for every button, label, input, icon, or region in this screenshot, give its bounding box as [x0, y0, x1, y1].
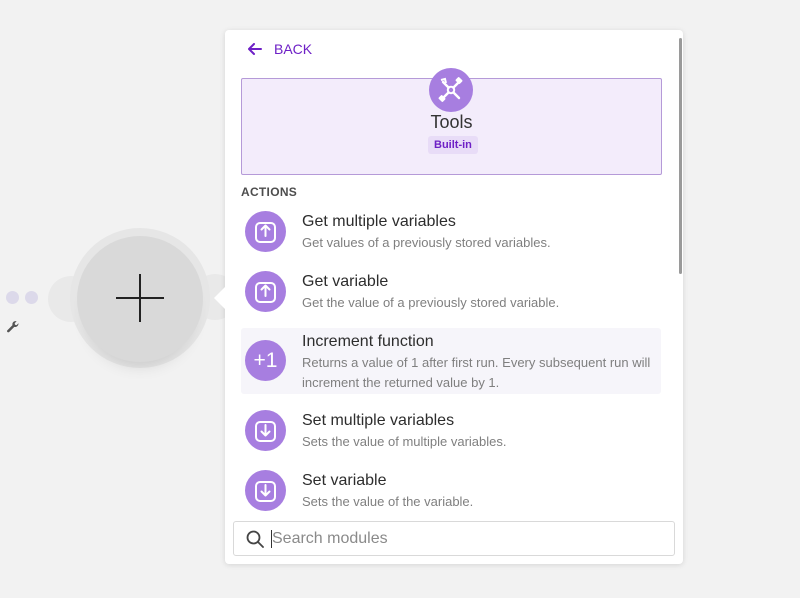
- built-in-badge: Built-in: [428, 136, 478, 154]
- scrollbar[interactable]: [679, 38, 682, 274]
- search-icon: [246, 530, 264, 548]
- app-title: Tools: [430, 112, 473, 132]
- arrow-left-icon: [248, 43, 262, 55]
- search-input[interactable]: [270, 527, 664, 551]
- add-module-node[interactable]: [77, 236, 203, 362]
- module-item-set-multiple-variables[interactable]: Set multiple variables Sets the value of…: [241, 407, 661, 462]
- increment-icon: +1: [245, 340, 286, 381]
- connection-dot[interactable]: [25, 291, 38, 304]
- back-label: BACK: [274, 41, 313, 57]
- connection-dot[interactable]: [6, 291, 19, 304]
- module-description: Get values of a previously stored variab…: [302, 235, 551, 250]
- module-title: Get multiple variables: [302, 213, 456, 230]
- module-title: Get variable: [302, 273, 389, 290]
- tools-icon: [429, 68, 473, 112]
- download-icon: [245, 470, 286, 511]
- module-title: Increment function: [302, 333, 434, 350]
- module-item-increment-function[interactable]: +1 Increment function Returns a value of…: [241, 328, 661, 394]
- module-title: Set variable: [302, 472, 387, 489]
- back-button[interactable]: BACK: [248, 40, 312, 58]
- plus-icon: [116, 274, 164, 322]
- search-box[interactable]: [233, 521, 675, 556]
- panel-pointer: [214, 286, 226, 310]
- module-item-set-variable[interactable]: Set variable Sets the value of the varia…: [241, 467, 661, 519]
- increment-icon-text: +1: [253, 349, 278, 372]
- text-caret: [271, 530, 272, 548]
- module-description: Sets the value of the variable.: [302, 494, 474, 509]
- upload-icon: [245, 211, 286, 252]
- upload-icon: [245, 271, 286, 312]
- download-icon: [245, 410, 286, 451]
- module-description: Sets the value of multiple variables.: [302, 434, 507, 449]
- module-description: Get the value of a previously stored var…: [302, 295, 560, 310]
- module-title: Set multiple variables: [302, 412, 455, 429]
- module-item-get-multiple-variables[interactable]: Get multiple variables Get values of a p…: [241, 208, 661, 263]
- module-description: Returns a value of 1 after first run. Ev…: [302, 355, 651, 390]
- module-item-get-variable[interactable]: Get variable Get the value of a previous…: [241, 268, 661, 323]
- section-title-actions: ACTIONS: [241, 185, 298, 199]
- wrench-icon[interactable]: [6, 320, 20, 334]
